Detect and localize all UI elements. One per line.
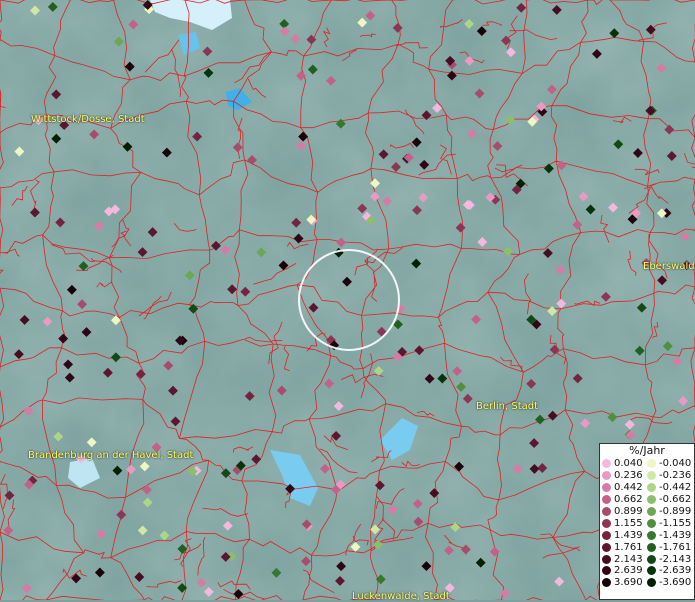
legend-swatch xyxy=(602,542,611,552)
legend-entry-negative: -2.143 xyxy=(647,553,692,565)
legend-swatch xyxy=(602,507,611,516)
map-canvas[interactable] xyxy=(0,0,695,600)
legend-value: 0.899 xyxy=(614,506,643,517)
legend-entry-negative: -2.639 xyxy=(647,565,692,577)
legend-entry-positive: 0.899 xyxy=(602,506,647,518)
legend-swatch xyxy=(602,554,611,564)
legend-value: 0.662 xyxy=(614,494,643,506)
legend-title: %/Jahr xyxy=(629,444,665,457)
legend-value: 0.236 xyxy=(614,470,643,482)
legend-value: 1.761 xyxy=(614,541,643,553)
legend-value: -0.899 xyxy=(659,506,692,517)
legend-swatch xyxy=(647,518,656,528)
legend-entry-positive: 3.690 xyxy=(602,577,647,589)
town-label-brandenburg: Brandenburg an der Havel, Stadt xyxy=(28,450,194,461)
legend-entry-negative: -1.761 xyxy=(647,541,692,553)
legend-swatch xyxy=(647,507,656,516)
town-label-berlin: Berlin, Stadt xyxy=(476,401,539,412)
legend-swatch xyxy=(602,483,611,493)
legend-entry-positive: 1.439 xyxy=(602,529,647,541)
legend-value: -0.236 xyxy=(659,470,692,482)
legend-value: 2.639 xyxy=(614,565,643,577)
town-label-wittstock: Wittstock/Dosse, Stadt xyxy=(31,114,145,125)
legend-swatch xyxy=(647,566,656,576)
legend-value: -1.155 xyxy=(659,517,692,529)
legend-swatch xyxy=(647,471,656,481)
legend-value: 1.439 xyxy=(614,529,643,541)
legend-entry-negative: -0.040 xyxy=(647,458,692,470)
town-label-eberswalde: Eberswalde xyxy=(643,261,695,272)
legend-swatch xyxy=(602,471,611,481)
cloud-texture xyxy=(0,0,695,600)
legend-swatch xyxy=(602,566,611,576)
legend-value: 0.040 xyxy=(614,458,643,470)
legend-swatch xyxy=(647,542,656,552)
legend-entry-negative: -1.439 xyxy=(647,529,692,541)
legend-swatch xyxy=(647,495,656,505)
legend-swatch xyxy=(602,495,611,505)
legend-value: -0.442 xyxy=(659,482,692,494)
legend-value: -1.439 xyxy=(659,529,692,541)
legend-entry-positive: 2.639 xyxy=(602,565,647,577)
legend-swatch xyxy=(647,554,656,564)
legend-rows: 0.040 -0.040 0.236 -0.236 0.442 -0.442 0.662 -0… xyxy=(600,458,694,589)
legend-entry-positive: 0.236 xyxy=(602,470,647,482)
legend-value: 1.155 xyxy=(614,517,643,529)
town-label-luckenwalde: Luckenwalde, Stadt xyxy=(352,591,450,602)
legend-value: -3.690 xyxy=(659,577,692,589)
legend-swatch xyxy=(647,578,656,588)
legend-value: -0.662 xyxy=(659,494,692,506)
legend: %/Jahr 0.040 -0.040 0.236 -0.236 0.442 -0.442… xyxy=(599,443,695,600)
legend-entry-negative: -0.662 xyxy=(647,494,692,506)
legend-value: -2.143 xyxy=(659,553,692,565)
legend-swatch xyxy=(602,518,611,528)
legend-value: -2.639 xyxy=(659,565,692,577)
legend-entry-positive: 0.442 xyxy=(602,482,647,494)
legend-value: 0.442 xyxy=(614,482,643,494)
legend-swatch xyxy=(602,578,611,588)
legend-entry-negative: -0.442 xyxy=(647,482,692,494)
legend-entry-negative: -3.690 xyxy=(647,577,692,589)
legend-entry-positive: 1.155 xyxy=(602,517,647,529)
legend-swatch xyxy=(602,459,611,469)
legend-entry-positive: 2.143 xyxy=(602,553,647,565)
legend-swatch xyxy=(647,483,656,493)
legend-value: -0.040 xyxy=(659,458,692,470)
legend-swatch xyxy=(647,459,656,469)
legend-entry-negative: -0.236 xyxy=(647,470,692,482)
legend-entry-positive: 1.761 xyxy=(602,541,647,553)
legend-value: 2.143 xyxy=(614,553,643,565)
legend-swatch xyxy=(647,530,656,540)
legend-value: -1.761 xyxy=(659,541,692,553)
legend-entry-negative: -0.899 xyxy=(647,506,692,518)
legend-value: 3.690 xyxy=(614,577,643,589)
legend-entry-positive: 0.040 xyxy=(602,458,647,470)
legend-entry-negative: -1.155 xyxy=(647,517,692,529)
legend-swatch xyxy=(602,530,611,540)
legend-entry-positive: 0.662 xyxy=(602,494,647,506)
